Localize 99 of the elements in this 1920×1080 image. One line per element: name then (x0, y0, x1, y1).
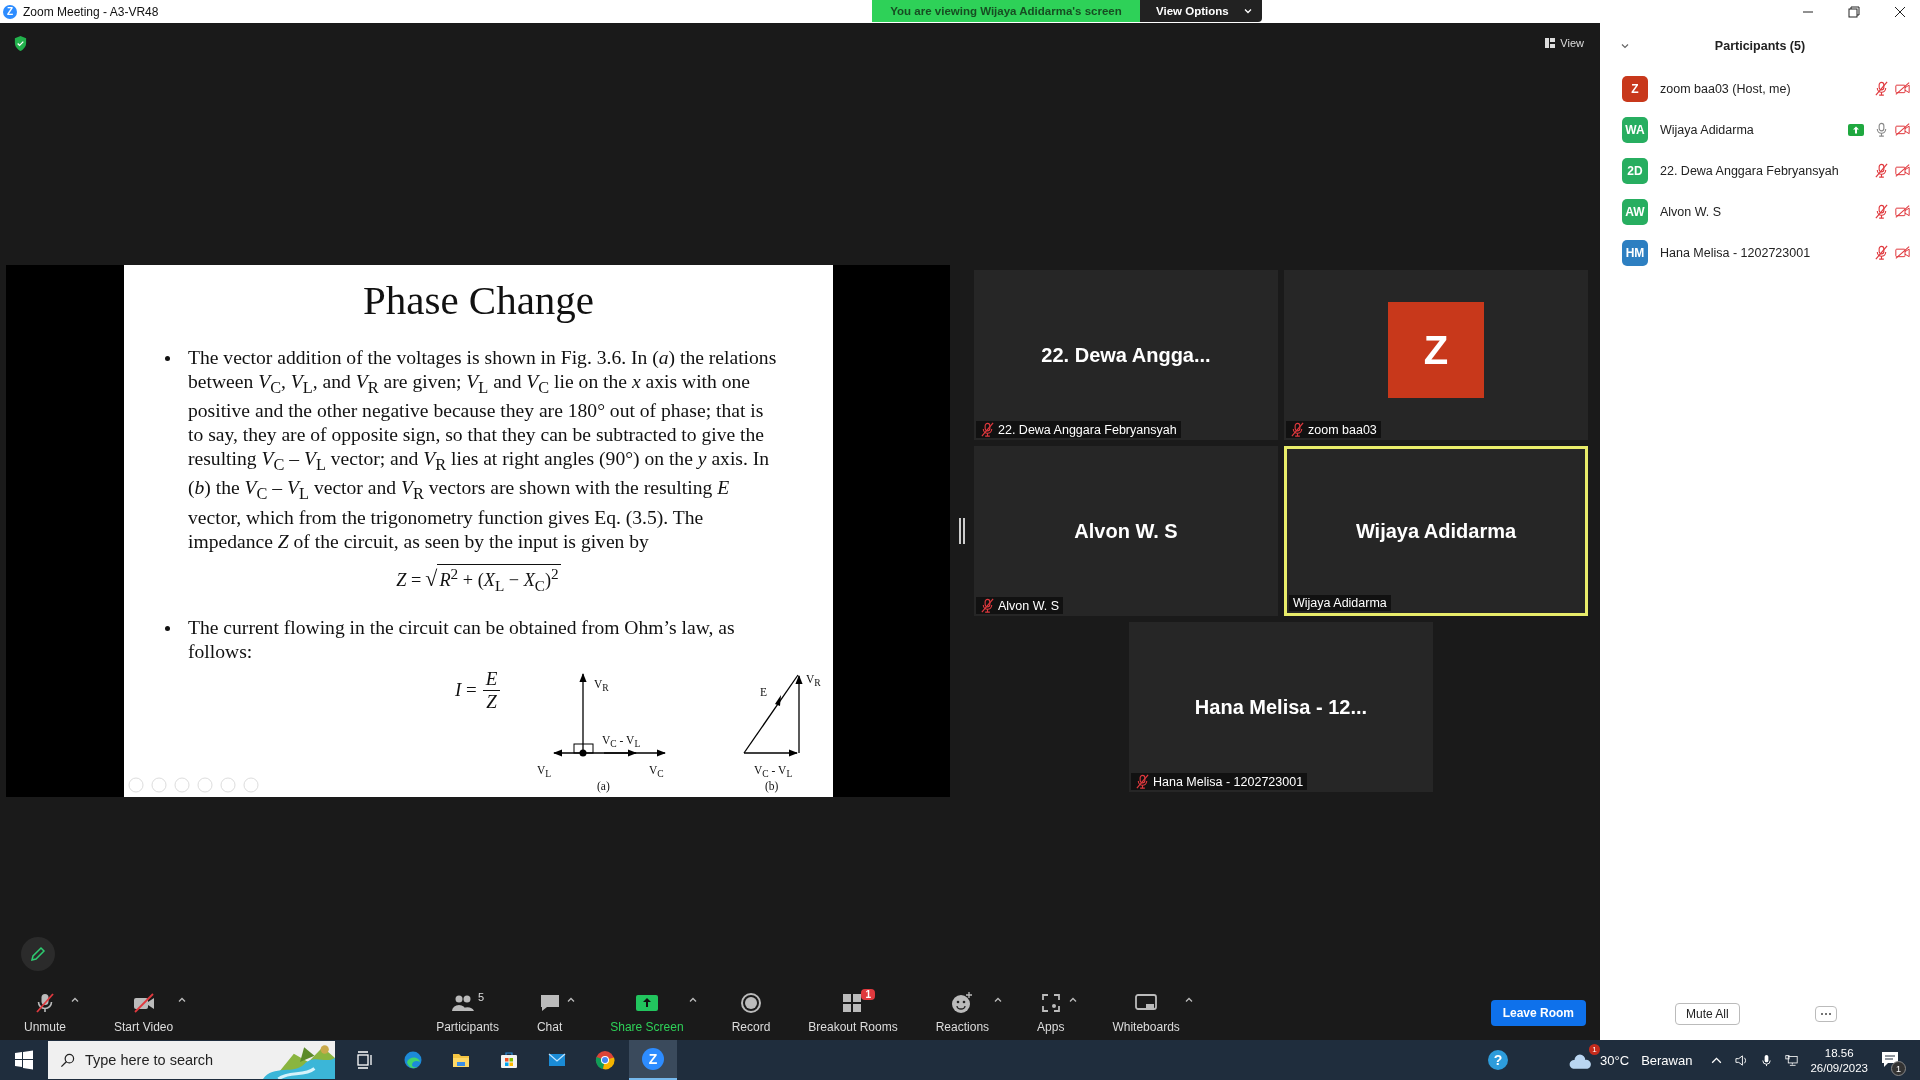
figure-caption: (a) (597, 779, 610, 792)
speaker-icon[interactable] (1735, 1053, 1749, 1067)
origin-dot (579, 749, 587, 756)
record-icon (739, 991, 763, 1015)
caret-icon[interactable] (1068, 995, 1079, 1005)
more-button[interactable] (1814, 1006, 1837, 1022)
viewing-banner: You are viewing Wijaya Adidarma's screen (872, 0, 1140, 22)
toolbar-button[interactable]: Share Screen (606, 991, 688, 1034)
avatar: HM (1622, 239, 1648, 266)
slide-paragraph: The vector addition of the voltages is shown in Fig. 3.6. In (a) the relations between V$_{C}$, V$_{L}$, and V$_{R}$ are given; V$_{L}$ and V$_{C}$ lie on the x axis with one positive and the other negative because they are 180° out of phase; that is to say, they are of opposite sign, so that they can be subtracted to give the resulting V$_{C}$ – V$_{L}$ vector; and V$_{R}$ lies at right angles (90°) on they axis. In (b) the V$_{C}$ – V$_{L}$ vector and V$_{R}$ vectors are shown with the resulting E vector, which from the trigonometry function gives Eq. (3.5). The impedance Z of the circuit, as seen by the input is given by (188, 346, 777, 554)
toolbar-button[interactable]: 5 Participants (432, 991, 503, 1034)
notification-badge: 1 (861, 989, 875, 1000)
shield-icon[interactable] (13, 34, 28, 52)
close-icon[interactable] (1894, 5, 1906, 18)
participant-name: 22. Dewa Angga... (1041, 343, 1211, 367)
caret-icon[interactable] (566, 995, 577, 1005)
mic-icon[interactable] (1760, 1053, 1774, 1067)
fraction-numerator: E (482, 667, 501, 691)
window-title: Zoom Meeting - A3-VR48 (23, 4, 159, 19)
view-options-button[interactable]: View Options (1140, 0, 1262, 22)
vector-label: V$_{R}$ (594, 677, 609, 693)
label-text: Wijaya Adidarma (1293, 596, 1387, 610)
formula-lhs: I = (455, 679, 477, 701)
app-logo: Z (3, 4, 17, 19)
toolbar-button[interactable]: Whiteboards (1108, 991, 1184, 1034)
vector-label: V$_{C}$ (649, 763, 664, 779)
browser-icon[interactable] (403, 1050, 423, 1070)
toolbar-button[interactable]: Record (727, 991, 775, 1034)
participant-name: Hana Melisa - 1202723001 (1660, 245, 1812, 260)
search-field[interactable]: Type here to search (48, 1041, 335, 1079)
participant-name: Hana Melisa - 12... (1194, 695, 1368, 719)
participant-name: Wijaya Adidarma (1660, 122, 1755, 137)
weather-text: Berawan (1641, 1052, 1693, 1068)
participant-name: Alvon W. S (1660, 204, 1723, 219)
more-icon (1819, 1012, 1832, 1016)
notification-badge: 1 (1891, 1061, 1906, 1076)
toolbar-button[interactable]: Chat (532, 991, 567, 1034)
caret-icon[interactable] (70, 995, 81, 1005)
slide-title: Phase Change (361, 276, 596, 325)
search-placeholder: Type here to search (85, 1052, 215, 1068)
participant-name: Wijaya Adidarma (1355, 519, 1517, 543)
clock-time: 18.56 (1824, 1046, 1854, 1059)
vector-label: V$_{R}$ (806, 672, 821, 688)
video-off-icon (131, 991, 156, 1015)
notification-badge: 1 (1589, 1044, 1601, 1055)
vector-label: V$_{C}$ - V$_{L}$ (754, 763, 793, 779)
vector-label: V$_{C}$ - V$_{L}$ (602, 733, 641, 749)
right-angle-mark (573, 743, 594, 753)
vector-label: V$_{L}$ (537, 763, 552, 779)
label-text: Hana Melisa - 1202723001 (1153, 774, 1304, 789)
caret-icon[interactable] (993, 995, 1004, 1005)
smiley-icon (950, 991, 975, 1015)
network-icon[interactable] (1785, 1053, 1799, 1067)
toolbar-button[interactable]: Apps (1033, 991, 1069, 1034)
task-view-icon[interactable] (355, 1050, 375, 1070)
figure-caption: (b) (765, 779, 779, 792)
store-icon[interactable] (499, 1050, 519, 1070)
label-text: Alvon W. S (998, 598, 1060, 613)
avatar: WA (1622, 116, 1648, 143)
chrome-icon[interactable] (595, 1050, 615, 1070)
label-text: 22. Dewa Anggara Febryansyah (998, 422, 1177, 437)
vector-label: E (760, 685, 768, 698)
caret-icon[interactable] (687, 995, 698, 1005)
pencil-icon[interactable] (21, 937, 55, 971)
notification-icon[interactable] (1880, 1050, 1900, 1070)
toolbar-button[interactable]: 1 Breakout Rooms (804, 991, 902, 1034)
bullet-icon (165, 626, 170, 632)
mute-all-button[interactable]: Mute All (1675, 1003, 1740, 1025)
avatar: Z (1388, 302, 1484, 398)
formula-lhs: Z = (396, 570, 422, 592)
caret-icon (1242, 6, 1253, 16)
formula-radicand: R$^{2}$ + (X$_{L}$ − X$_{C}$)$^{2}$ (437, 564, 561, 596)
bullet-icon (165, 356, 170, 361)
temperature: 30°C (1600, 1052, 1630, 1068)
panel-title: Participants (5) (1714, 38, 1806, 53)
avatar: 2D (1622, 157, 1648, 184)
caret-icon[interactable] (1183, 995, 1194, 1005)
avatar: AW (1622, 198, 1648, 225)
muted-mic-icon (33, 991, 57, 1015)
slide-paragraph: The current flowing in the circuit can be obtained from Ohm’s law, as follows: (188, 616, 736, 664)
toolbar-button[interactable]: Unmute (20, 991, 71, 1034)
search-icon (60, 1052, 75, 1068)
clock-date: 26/09/2023 (1810, 1061, 1868, 1074)
splitter-handle[interactable] (959, 518, 965, 544)
fraction-denominator: Z (486, 690, 497, 713)
participant-name: 22. Dewa Anggara Febryansyah (1660, 163, 1840, 178)
participant-name: Alvon W. S (1074, 519, 1178, 543)
participant-count: 5 (477, 991, 485, 1003)
toolbar-button[interactable]: Reactions (931, 991, 994, 1034)
label-text: zoom baa03 (1308, 422, 1377, 437)
caret-icon[interactable] (177, 995, 188, 1005)
layout-icon (1545, 38, 1556, 48)
participant-name: zoom baa03 (Host, me) (1660, 81, 1792, 96)
restore-icon[interactable] (1848, 5, 1860, 18)
avatar: Z (1622, 75, 1648, 102)
toolbar-button[interactable]: Start Video (110, 991, 178, 1034)
windows-icon[interactable] (14, 1050, 34, 1070)
radical-sign: √ (425, 566, 438, 593)
leave-room-button[interactable]: Leave Room (1490, 999, 1586, 1026)
